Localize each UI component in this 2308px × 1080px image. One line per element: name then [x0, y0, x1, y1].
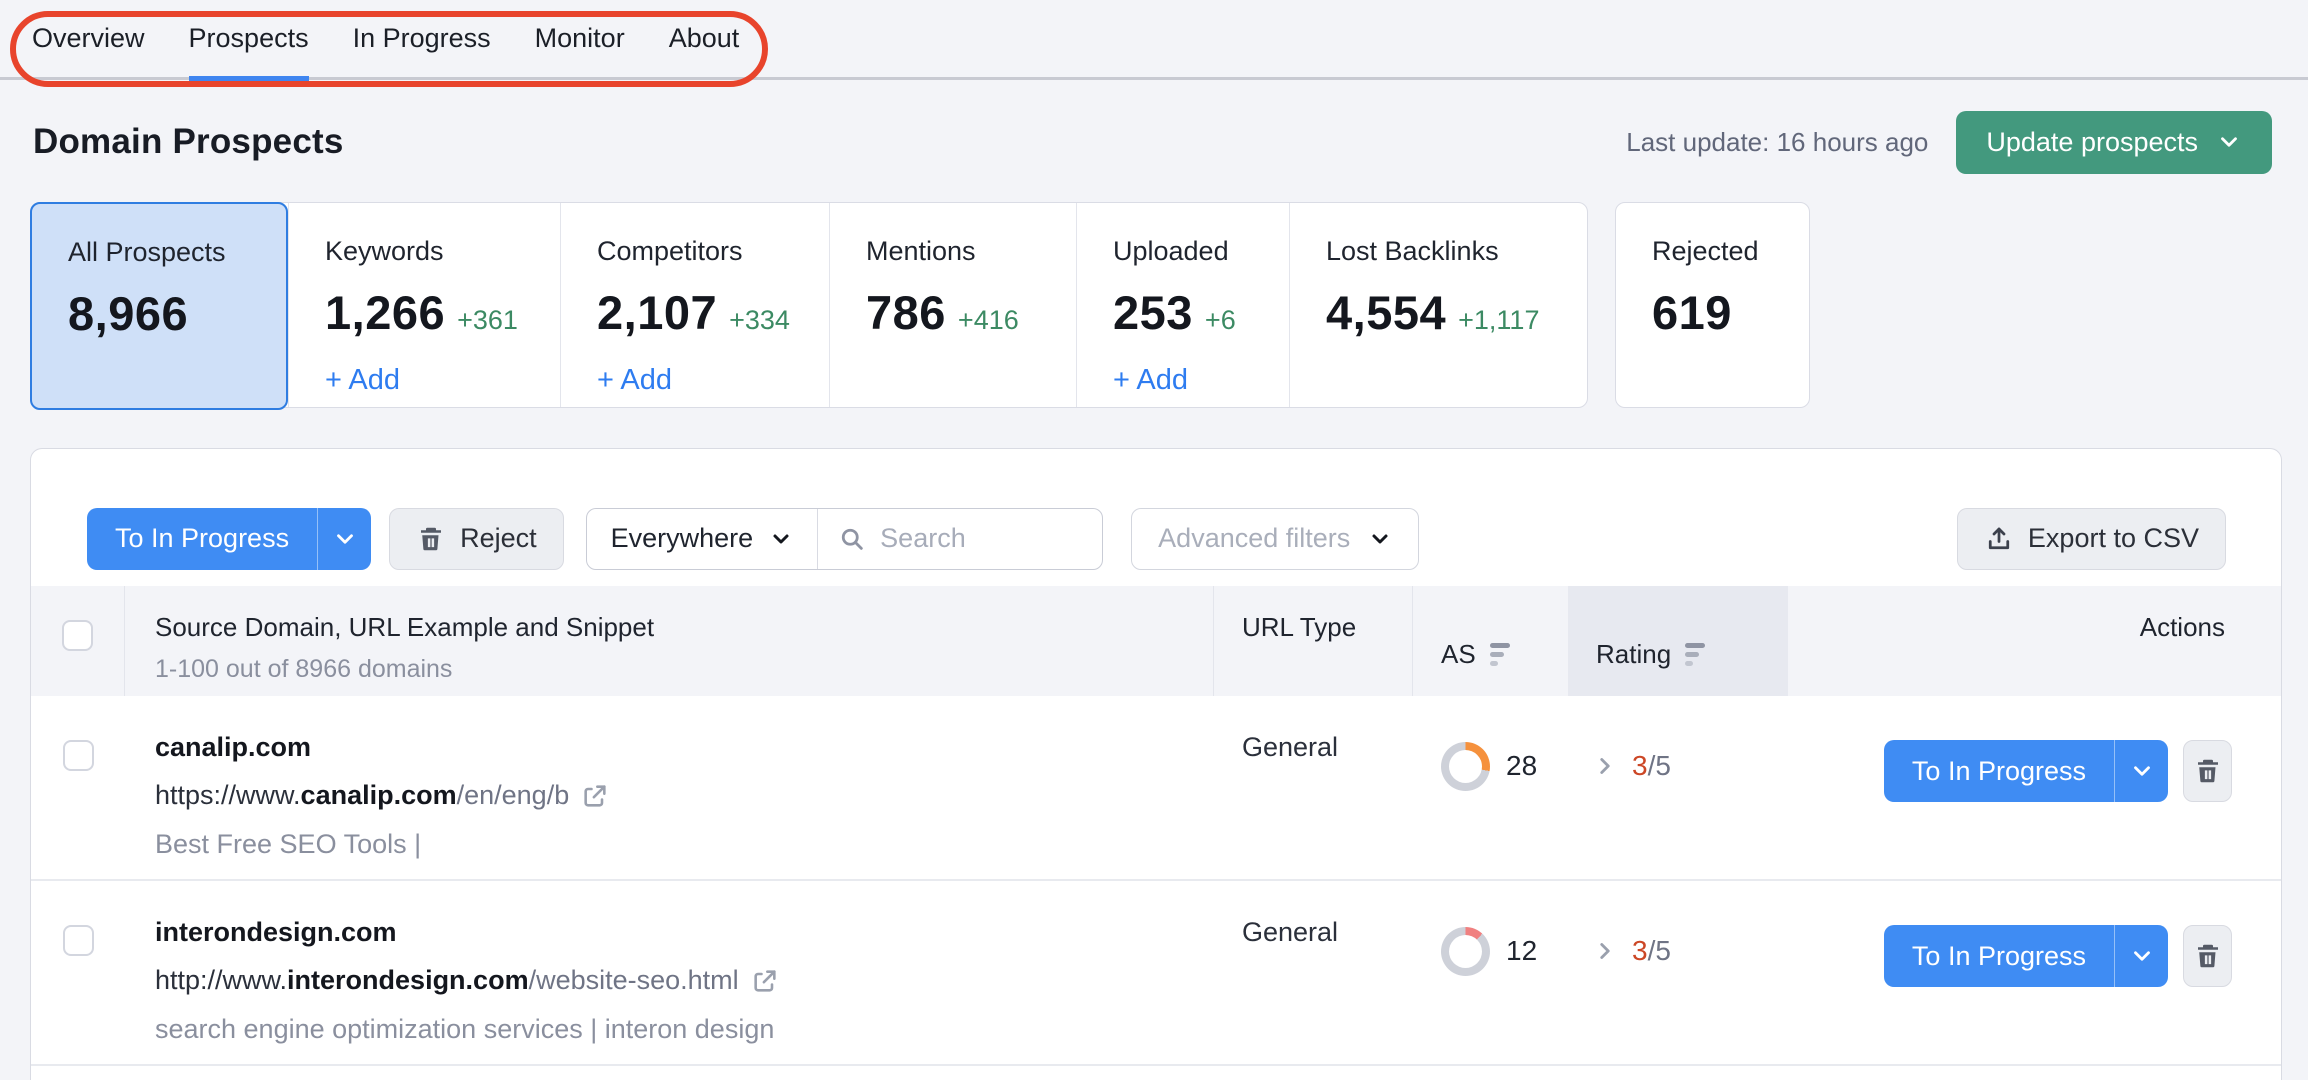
- chevron-right-icon: [1592, 938, 1618, 964]
- column-actions: Actions: [1788, 586, 2281, 696]
- tab-about[interactable]: About: [669, 0, 740, 81]
- chevron-down-icon: [1368, 527, 1392, 551]
- trash-icon: [2193, 941, 2223, 971]
- url-type-value: General: [1214, 881, 1413, 1064]
- row-checkbox[interactable]: [63, 925, 94, 956]
- update-prospects-button[interactable]: Update prospects: [1956, 111, 2272, 174]
- column-rating-sort[interactable]: Rating: [1568, 586, 1788, 696]
- card-delta: +6: [1205, 305, 1236, 336]
- card-delta: +416: [958, 305, 1019, 336]
- to-in-progress-bulk-button[interactable]: To In Progress: [87, 508, 371, 570]
- rating-expander[interactable]: 3/5: [1568, 696, 1788, 806]
- tab-overview[interactable]: Overview: [32, 0, 145, 81]
- card-value: 786: [866, 285, 946, 340]
- reject-button[interactable]: Reject: [389, 508, 564, 570]
- source-domain: interondesign.com: [155, 917, 1214, 948]
- chevron-right-icon: [1592, 753, 1618, 779]
- url-example-link[interactable]: https://www.canalip.com/en/eng/b: [155, 780, 1214, 811]
- pagination-summary: 1-100 out of 8966 domains: [155, 655, 1213, 684]
- page-title: Domain Prospects: [33, 122, 344, 162]
- trash-icon: [2193, 756, 2223, 786]
- rating-expander[interactable]: 3/5: [1568, 881, 1788, 991]
- card-all-prospects[interactable]: All Prospects 8,966: [30, 202, 288, 410]
- page-header: Domain Prospects Last update: 16 hours a…: [0, 83, 2308, 201]
- authority-score-gauge: [1441, 927, 1490, 976]
- tab-bar: Overview Prospects In Progress Monitor A…: [0, 0, 2308, 80]
- add-keywords-link[interactable]: + Add: [325, 364, 560, 397]
- add-uploaded-link[interactable]: + Add: [1113, 364, 1289, 397]
- external-link-icon[interactable]: [581, 782, 609, 810]
- chevron-down-icon[interactable]: [2115, 740, 2168, 802]
- select-all-checkbox[interactable]: [62, 620, 93, 651]
- chevron-down-icon[interactable]: [318, 508, 371, 570]
- search-input[interactable]: [880, 523, 1080, 554]
- card-delta: +361: [457, 305, 518, 336]
- advanced-filters-button[interactable]: Advanced filters: [1131, 508, 1419, 570]
- search-scope-dropdown[interactable]: Everywhere: [587, 509, 819, 569]
- card-rejected[interactable]: Rejected 619: [1615, 202, 1810, 408]
- add-competitors-link[interactable]: + Add: [597, 364, 829, 397]
- sort-icon: [1685, 643, 1705, 666]
- card-value: 253: [1113, 285, 1193, 340]
- card-value: 1,266: [325, 285, 445, 340]
- table-row: interondesign.com http://www.interondesi…: [31, 881, 2281, 1066]
- reject-row-button[interactable]: [2183, 740, 2232, 802]
- column-url-type: URL Type: [1214, 586, 1413, 696]
- prospect-source-cards: All Prospects 8,966 Keywords 1,266 +361 …: [30, 202, 1810, 408]
- to-in-progress-row-button[interactable]: To In Progress: [1884, 925, 2168, 987]
- card-competitors[interactable]: Competitors 2,107 +334 + Add: [560, 203, 829, 407]
- snippet-text: search engine optimization services | in…: [155, 1014, 1214, 1045]
- table-header: Source Domain, URL Example and Snippet 1…: [31, 586, 2281, 696]
- external-link-icon[interactable]: [751, 967, 779, 995]
- search-group: Everywhere: [586, 508, 1104, 570]
- chevron-down-icon: [2216, 129, 2242, 155]
- column-as-sort[interactable]: AS: [1413, 586, 1568, 696]
- tab-prospects[interactable]: Prospects: [189, 0, 309, 81]
- table-row: canalip.com https://www.canalip.com/en/e…: [31, 696, 2281, 881]
- export-icon: [1984, 524, 2014, 554]
- tab-monitor[interactable]: Monitor: [535, 0, 625, 81]
- card-value: 619: [1652, 285, 1732, 340]
- source-domain: canalip.com: [155, 732, 1214, 763]
- last-update-text: Last update: 16 hours ago: [1626, 127, 1928, 158]
- card-delta: +1,117: [1458, 305, 1539, 336]
- to-in-progress-row-button[interactable]: To In Progress: [1884, 740, 2168, 802]
- link-building-tool-page: Overview Prospects In Progress Monitor A…: [0, 0, 2308, 1080]
- card-uploaded[interactable]: Uploaded 253 +6 + Add: [1076, 203, 1289, 407]
- chevron-down-icon[interactable]: [2115, 925, 2168, 987]
- table-toolbar: To In Progress Reject Everywhere: [31, 449, 2281, 586]
- reject-row-button[interactable]: [2183, 925, 2232, 987]
- card-lost-backlinks[interactable]: Lost Backlinks 4,554 +1,117: [1289, 203, 1587, 407]
- column-source-domain: Source Domain, URL Example and Snippet: [155, 612, 1213, 643]
- authority-score-value: 28: [1506, 750, 1537, 782]
- card-keywords[interactable]: Keywords 1,266 +361 + Add: [288, 203, 560, 407]
- trash-icon: [416, 524, 446, 554]
- card-value: 4,554: [1326, 285, 1446, 340]
- card-value: 2,107: [597, 285, 717, 340]
- url-example-link[interactable]: http://www.interondesign.com/website-seo…: [155, 965, 1214, 996]
- card-delta: +334: [729, 305, 790, 336]
- url-type-value: General: [1214, 696, 1413, 879]
- authority-score-value: 12: [1506, 935, 1537, 967]
- sort-icon: [1490, 643, 1510, 666]
- tab-in-progress[interactable]: In Progress: [353, 0, 491, 81]
- authority-score-gauge: [1441, 742, 1490, 791]
- export-to-csv-button[interactable]: Export to CSV: [1957, 508, 2226, 570]
- search-icon: [838, 525, 866, 553]
- chevron-down-icon: [769, 527, 793, 551]
- card-value: 8,966: [68, 286, 188, 341]
- prospects-table-panel: To In Progress Reject Everywhere: [30, 448, 2282, 1080]
- snippet-text: Best Free SEO Tools |: [155, 829, 1214, 860]
- card-mentions[interactable]: Mentions 786 +416: [829, 203, 1076, 407]
- row-checkbox[interactable]: [63, 740, 94, 771]
